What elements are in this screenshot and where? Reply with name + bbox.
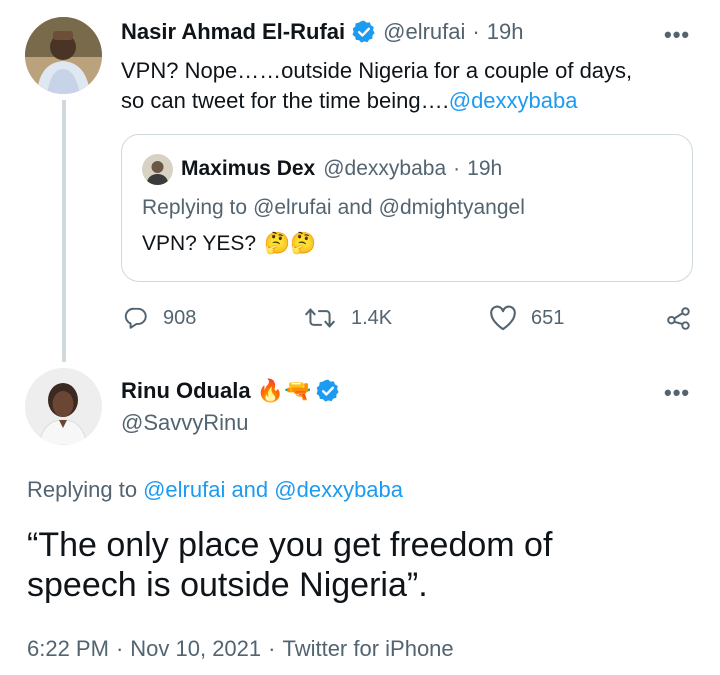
like-button[interactable]: 651: [489, 305, 564, 331]
share-icon: [667, 307, 690, 330]
avatar-savvyrinu-image: [25, 368, 102, 445]
fire-gun-emoji-icon: 🔥🔫: [256, 378, 312, 403]
tweet-source[interactable]: Twitter for iPhone: [282, 636, 453, 662]
tweet-text: VPN? Nope……outside Nigeria for a couple …: [121, 56, 632, 116]
author-handle[interactable]: @SavvyRinu: [121, 410, 249, 436]
like-count: 651: [531, 306, 565, 329]
quoted-tweet-text: VPN? YES?: [142, 232, 257, 255]
timestamp[interactable]: 19h: [487, 19, 524, 45]
retweet-count: 1.4K: [351, 306, 393, 329]
verified-badge-icon: [352, 20, 375, 43]
reply-count: 908: [163, 306, 197, 329]
avatar-elrufai-image: [25, 17, 102, 94]
separator: ·: [472, 19, 480, 44]
avatar-dexxybaba-image: [142, 154, 173, 185]
mention-link[interactable]: @dmightyangel: [379, 196, 525, 220]
retweet-icon: [305, 308, 335, 328]
verified-badge-icon: [316, 379, 339, 402]
more-options-icon[interactable]: •••: [664, 22, 690, 48]
avatar[interactable]: [142, 154, 173, 185]
reply-mentions-link[interactable]: @elrufai and @dexxybaba: [143, 477, 403, 503]
author-handle[interactable]: @elrufai: [383, 19, 465, 45]
tweet-text: “The only place you get freedom of speec…: [27, 525, 552, 605]
separator: ·: [115, 636, 124, 661]
reply-button[interactable]: 908: [123, 305, 196, 331]
tweet-meta: 6:22 PM · Nov 10, 2021 · Twitter for iPh…: [27, 636, 454, 662]
replying-to-label: Replying to: [142, 196, 248, 219]
heart-icon: [490, 305, 516, 331]
author-name[interactable]: Nasir Ahmad El-Rufai: [121, 19, 345, 45]
tweet-date[interactable]: Nov 10, 2021: [130, 636, 261, 662]
avatar[interactable]: [25, 17, 102, 94]
tweet-text-line: “The only place you get freedom of: [27, 526, 553, 564]
separator: ·: [268, 636, 276, 661]
tweet-text-line: so can tweet for the time being….: [121, 88, 449, 113]
quoted-author-handle[interactable]: @dexxybaba: [323, 157, 446, 181]
more-options-icon[interactable]: •••: [664, 380, 690, 406]
mention-link[interactable]: @dexxybaba: [449, 88, 578, 113]
replying-and: and: [337, 196, 373, 219]
reply-icon: [124, 307, 147, 329]
tweet-time[interactable]: 6:22 PM: [27, 636, 109, 662]
thread-line: [62, 100, 66, 362]
replying-to-label: Replying to: [27, 477, 138, 502]
author-name[interactable]: Rinu Oduala: [121, 378, 251, 404]
thinking-face-emoji-icon: 🤔🤔: [264, 232, 317, 255]
quoted-timestamp[interactable]: 19h: [467, 157, 502, 181]
avatar[interactable]: [25, 368, 102, 445]
tweet-text-line: VPN? Nope……outside Nigeria for a couple …: [121, 58, 633, 83]
mention-link[interactable]: @elrufai: [253, 196, 332, 220]
separator: ·: [453, 157, 461, 180]
tweet-text-line: speech is outside Nigeria”.: [27, 566, 428, 604]
quoted-replying-to: Replying to @elrufai and @dmightyangel: [142, 196, 525, 220]
share-button[interactable]: [666, 305, 692, 336]
quoted-author-name[interactable]: Maximus Dex: [181, 157, 315, 181]
retweet-button[interactable]: 1.4K: [303, 305, 392, 331]
